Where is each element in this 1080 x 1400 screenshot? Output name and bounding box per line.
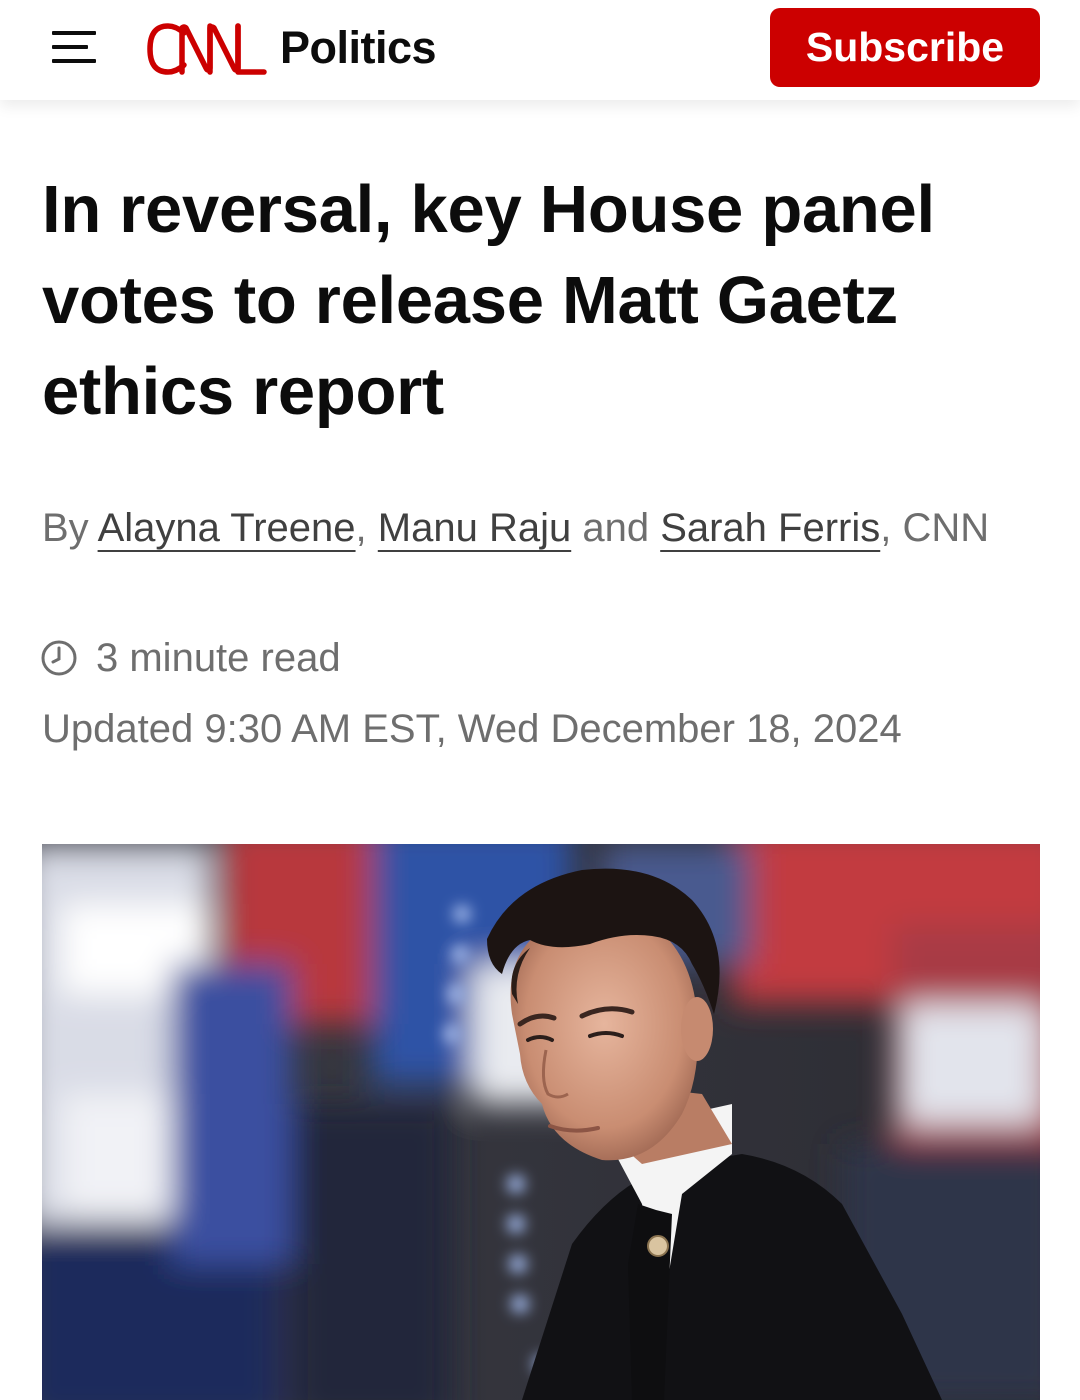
read-time-label: 3 minute read <box>96 635 341 680</box>
byline: By Alayna Treene, Manu Raju and Sarah Fe… <box>42 498 1042 558</box>
byline-prefix: By <box>42 506 98 550</box>
byline-separator: and <box>571 506 661 550</box>
author-link[interactable]: Manu Raju <box>378 506 571 550</box>
article-headline: In reversal, key House panel votes to re… <box>42 172 935 429</box>
read-time: 3 minute read <box>40 630 341 686</box>
site-header: Politics Subscribe <box>0 0 1080 100</box>
byline-separator: , <box>355 506 378 550</box>
author-link[interactable]: Alayna Treene <box>98 506 356 550</box>
byline-suffix: , CNN <box>880 506 990 550</box>
author-link[interactable]: Sarah Ferris <box>660 506 880 550</box>
hamburger-menu-icon[interactable] <box>44 22 104 72</box>
cnn-logo[interactable] <box>146 22 270 76</box>
updated-timestamp: Updated 9:30 AM EST, Wed December 18, 20… <box>42 707 902 751</box>
hero-photo[interactable] <box>42 844 1040 1400</box>
section-title[interactable]: Politics <box>280 22 437 74</box>
subscribe-button[interactable]: Subscribe <box>770 8 1040 87</box>
clock-icon <box>41 640 77 676</box>
